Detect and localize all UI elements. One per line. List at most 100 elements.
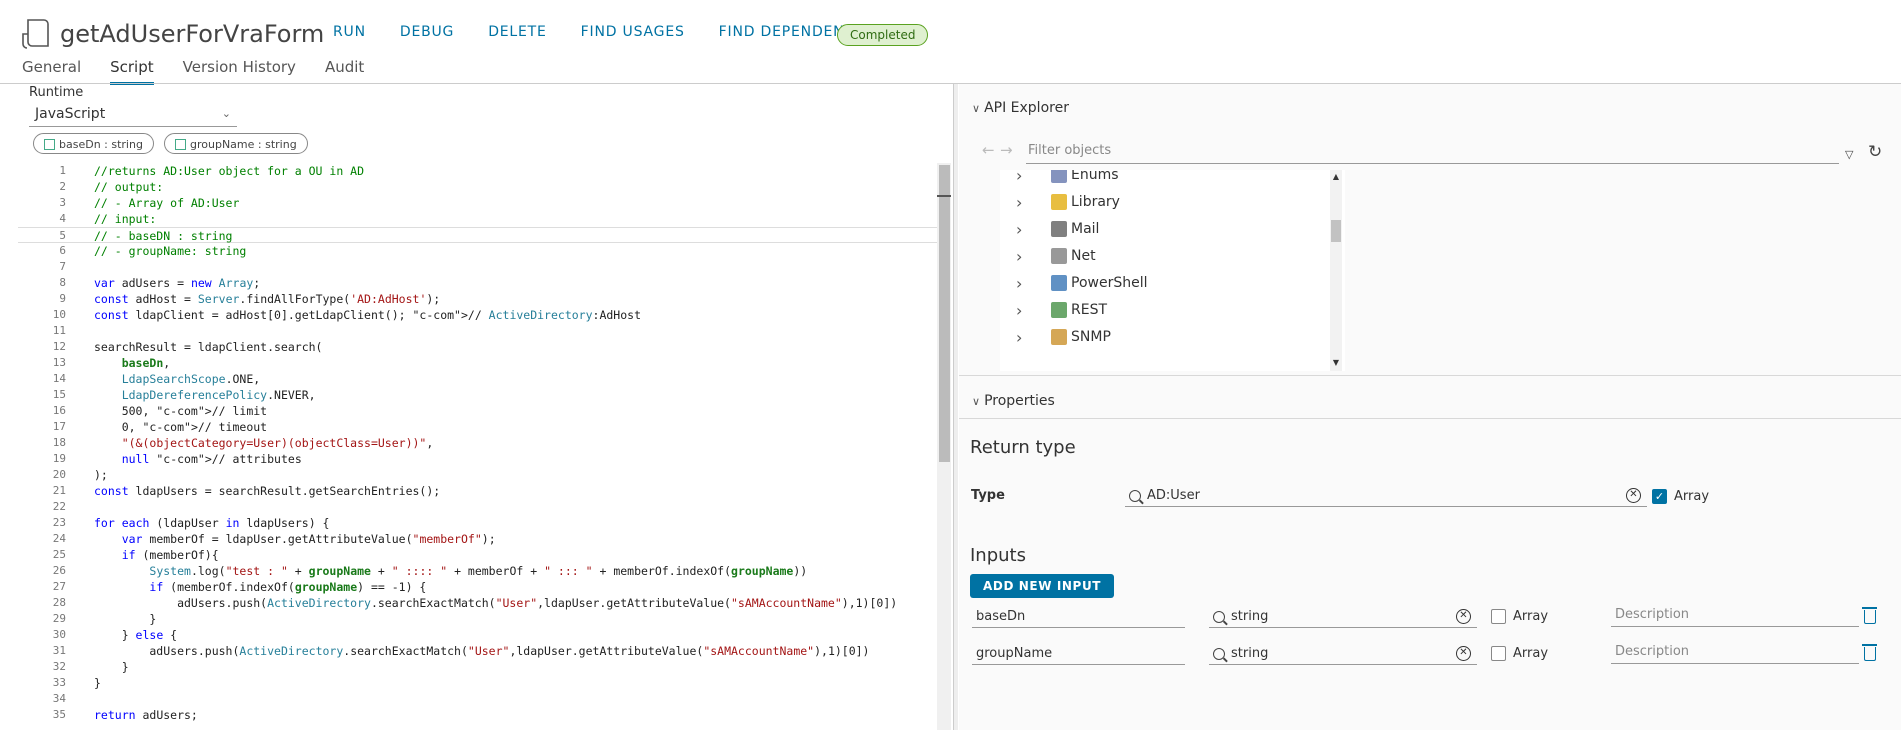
input-array-checkbox[interactable] [1491, 609, 1506, 624]
input-chip-basedn[interactable]: baseDn : string [33, 133, 154, 154]
tree-item-net[interactable]: › Net [1000, 244, 1096, 268]
line-number: 6 [59, 244, 66, 257]
code-line[interactable]: 16 500, "c-com">// limit [18, 403, 938, 419]
code-line[interactable]: 15 LdapDereferencePolicy.NEVER, [18, 387, 938, 403]
line-number: 32 [52, 660, 66, 673]
delete-button[interactable]: DELETE [488, 24, 546, 40]
code-line[interactable]: 25 if (memberOf){ [18, 547, 938, 563]
tree-scrollbar-thumb[interactable] [1331, 220, 1341, 242]
code-line[interactable]: 23 for each (ldapUser in ldapUsers) { [18, 515, 938, 531]
editor-scrollbar-thumb[interactable] [939, 165, 950, 462]
api-explorer-header[interactable]: ∨ API Explorer [972, 100, 1069, 116]
code-line[interactable]: 30 } else { [18, 627, 938, 643]
code-line[interactable]: 9 const adHost = Server.findAllForType('A… [18, 291, 938, 307]
code-line[interactable]: 20); [18, 467, 938, 483]
input-array-checkbox[interactable] [1491, 646, 1506, 661]
code-line[interactable]: 4 // input: [18, 211, 938, 227]
tree-item-snmp[interactable]: › SNMP [1000, 325, 1111, 349]
code-line[interactable]: 27 if (memberOf.indexOf(groupName) == -1… [18, 579, 938, 595]
debug-button[interactable]: DEBUG [400, 24, 454, 40]
pane-splitter[interactable] [953, 84, 958, 730]
tab-version-history[interactable]: Version History [183, 58, 296, 85]
filter-icon[interactable]: ▽ [1845, 148, 1853, 161]
tab-audit[interactable]: Audit [325, 58, 364, 85]
code-line[interactable]: 2 // output: [18, 179, 938, 195]
code-line[interactable]: 34 [18, 691, 938, 707]
code-text: const ldapClient = adHost[0].getLdapClie… [94, 308, 641, 322]
runtime-select[interactable]: JavaScript ⌄ [29, 103, 237, 127]
code-line[interactable]: 14 LdapSearchScope.ONE, [18, 371, 938, 387]
clear-icon[interactable]: ✕ [1456, 646, 1471, 661]
tab-general[interactable]: General [22, 58, 81, 85]
tree-item-library[interactable]: › Library [1000, 190, 1120, 214]
code-line[interactable]: 29 } [18, 611, 938, 627]
chevron-right-icon[interactable]: › [1016, 170, 1034, 185]
code-line[interactable]: 6 // - groupName: string [18, 243, 938, 259]
input-name-field[interactable]: baseDn [972, 606, 1185, 628]
code-line[interactable]: 8 var adUsers = new Array; [18, 275, 938, 291]
library-icon [1051, 194, 1067, 210]
chevron-right-icon[interactable]: › [1016, 247, 1034, 266]
tree-item-rest[interactable]: › REST [1000, 298, 1107, 322]
chevron-right-icon[interactable]: › [1016, 274, 1034, 293]
code-line[interactable]: 35 return adUsers; [18, 707, 938, 723]
delete-input-icon[interactable] [1862, 607, 1877, 624]
input-name-field[interactable]: groupName [972, 643, 1185, 665]
script-editor[interactable]: 1 //returns AD:User object for a OU in AD… [18, 163, 953, 730]
code-text: } [94, 676, 101, 690]
tree-item-powershell[interactable]: › PowerShell [1000, 271, 1147, 295]
rest-icon [1051, 302, 1067, 318]
code-line[interactable]: 33} [18, 675, 938, 691]
filter-objects-input[interactable]: Filter objects [1026, 143, 1839, 164]
tree-scrollbar[interactable] [1330, 170, 1342, 371]
clear-icon[interactable]: ✕ [1626, 488, 1641, 503]
code-line[interactable]: 21 const ldapUsers = searchResult.getSear… [18, 483, 938, 499]
code-line[interactable]: 3 // - Array of AD:User [18, 195, 938, 211]
code-line[interactable]: 5 // - baseDN : string [18, 227, 938, 243]
chevron-right-icon[interactable]: › [1016, 220, 1034, 239]
code-line[interactable]: 32 } [18, 659, 938, 675]
input-description-field[interactable]: Description [1611, 642, 1859, 664]
tree-item-enums[interactable]: › Enums [1000, 170, 1119, 187]
code-line[interactable]: 12 searchResult = ldapClient.search( [18, 339, 938, 355]
code-line[interactable]: 13 baseDn, [18, 355, 938, 371]
code-line[interactable]: 18 "(&(objectCategory=User)(objectClass=… [18, 435, 938, 451]
input-type-field[interactable]: string ✕ [1209, 606, 1477, 628]
return-array-checkbox[interactable]: ✓ [1652, 489, 1667, 504]
back-arrow-icon[interactable]: ← [982, 141, 995, 159]
code-text: searchResult = ldapClient.search( [94, 340, 323, 354]
tree-item-label: SNMP [1071, 329, 1111, 345]
tab-script[interactable]: Script [110, 58, 154, 85]
input-chip-groupname[interactable]: groupName : string [164, 133, 308, 154]
tree-item-mail[interactable]: › Mail [1000, 217, 1099, 241]
code-line[interactable]: 7 [18, 259, 938, 275]
input-type-field[interactable]: string ✕ [1209, 643, 1477, 665]
scroll-up-icon[interactable]: ▲ [1330, 172, 1342, 181]
scroll-down-icon[interactable]: ▼ [1330, 358, 1342, 367]
code-line[interactable]: 28 adUsers.push(ActiveDirectory.searchEx… [18, 595, 938, 611]
code-line[interactable]: 11 [18, 323, 938, 339]
input-description-field[interactable]: Description [1611, 605, 1859, 627]
properties-header[interactable]: ∨ Properties [972, 393, 1055, 409]
code-line[interactable]: 26 System.log("test : " + groupName + " … [18, 563, 938, 579]
return-type-field[interactable]: AD:User ✕ [1125, 485, 1647, 507]
chip-label: groupName : string [190, 138, 297, 151]
code-line[interactable]: 31 adUsers.push(ActiveDirectory.searchEx… [18, 643, 938, 659]
code-line[interactable]: 22 [18, 499, 938, 515]
line-number: 15 [52, 388, 66, 401]
code-line[interactable]: 1 //returns AD:User object for a OU in AD [18, 163, 938, 179]
chevron-right-icon[interactable]: › [1016, 193, 1034, 212]
refresh-icon[interactable]: ↻ [1868, 142, 1882, 162]
forward-arrow-icon[interactable]: → [1000, 141, 1013, 159]
code-line[interactable]: 24 var memberOf = ldapUser.getAttributeV… [18, 531, 938, 547]
code-line[interactable]: 19 null "c-com">// attributes [18, 451, 938, 467]
add-new-input-button[interactable]: ADD NEW INPUT [970, 574, 1115, 598]
chevron-right-icon[interactable]: › [1016, 328, 1034, 347]
delete-input-icon[interactable] [1862, 644, 1877, 661]
run-button[interactable]: RUN [333, 24, 366, 40]
find-usages-button[interactable]: FIND USAGES [581, 24, 685, 40]
clear-icon[interactable]: ✕ [1456, 609, 1471, 624]
code-line[interactable]: 17 0, "c-com">// timeout [18, 419, 938, 435]
code-line[interactable]: 10 const ldapClient = adHost[0].getLdapCl… [18, 307, 938, 323]
chevron-right-icon[interactable]: › [1016, 301, 1034, 320]
